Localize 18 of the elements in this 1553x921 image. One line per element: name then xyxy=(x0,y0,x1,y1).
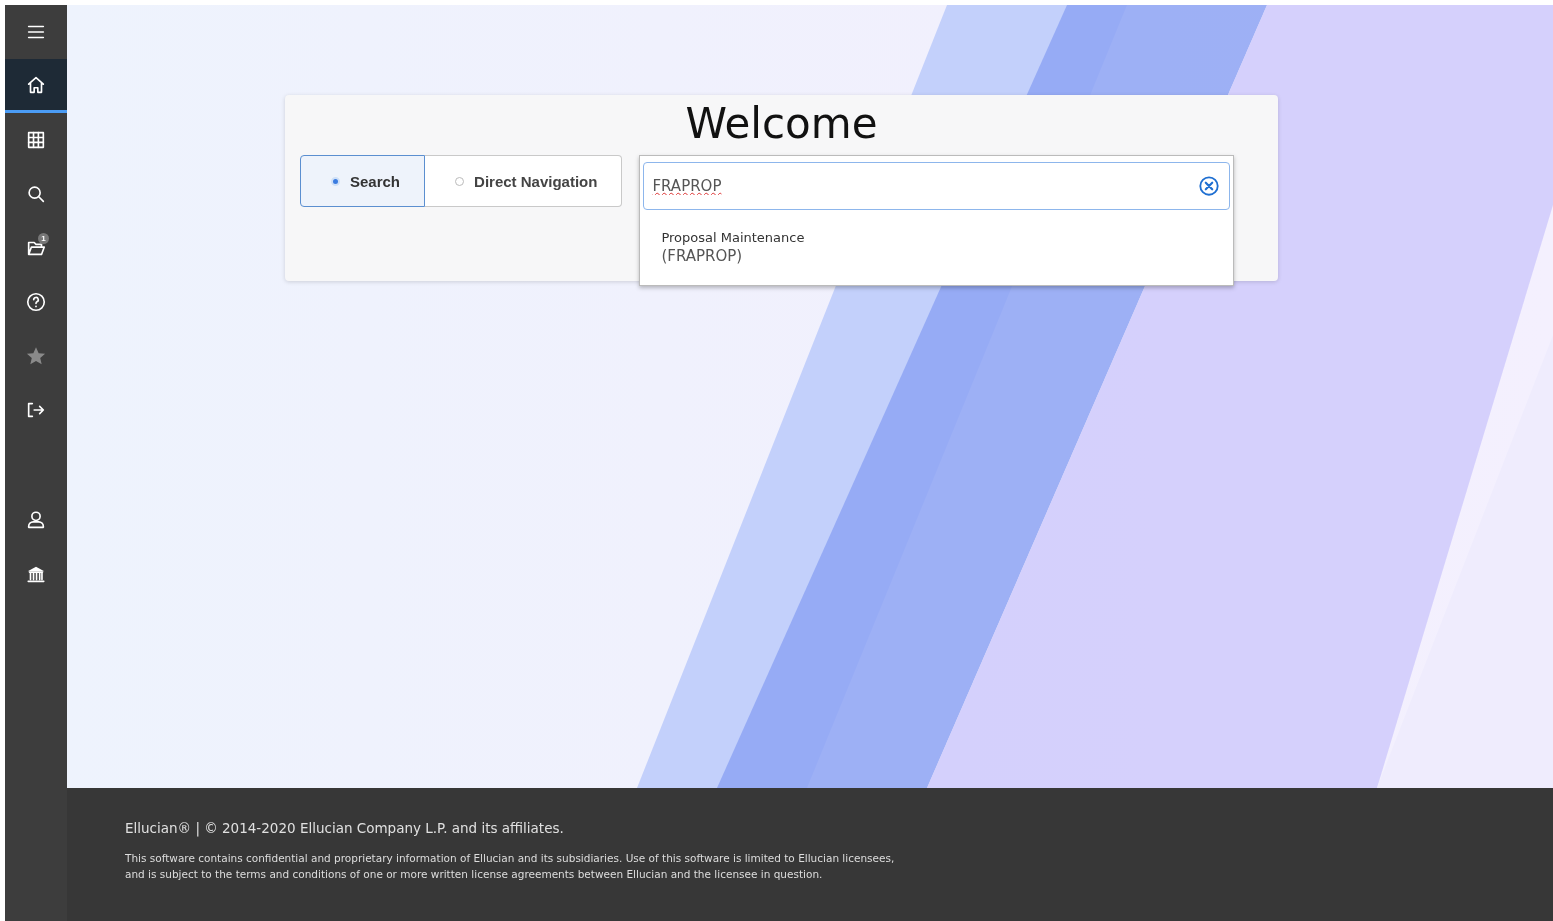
grid-icon xyxy=(25,129,47,151)
clear-icon[interactable] xyxy=(1198,175,1221,197)
mode-radio-option[interactable]: Search xyxy=(300,155,426,207)
license-notice: This software contains confidential and proprietary information of Ellucian and its subsidiaries. Use of this software is limited to Ellucian licensees, and is subject to the terms and conditions of one or more written license agreements between Ellucian and the licensee in question. xyxy=(125,851,896,882)
count-badge: 1 xyxy=(38,233,49,244)
search-icon xyxy=(25,183,47,205)
search-result-item[interactable]: Proposal Maintenance (FRAPROP) xyxy=(643,210,1231,283)
mode-radio-option[interactable]: Direct Navigation xyxy=(425,155,623,207)
user-icon xyxy=(25,509,47,531)
search-field[interactable]: FRAPROP xyxy=(643,162,1231,210)
copyright-text: Ellucian® | © 2014-2020 Ellucian Company L.P. and its affiliates. xyxy=(125,820,565,836)
radio-icon xyxy=(331,176,340,186)
star-icon xyxy=(25,345,47,367)
home-nav-button[interactable] xyxy=(5,59,67,113)
folder-nav-button[interactable]: 1 xyxy=(5,221,67,275)
radio-icon xyxy=(455,176,465,186)
help-icon xyxy=(25,291,47,313)
welcome-title: Welcome xyxy=(684,98,879,150)
